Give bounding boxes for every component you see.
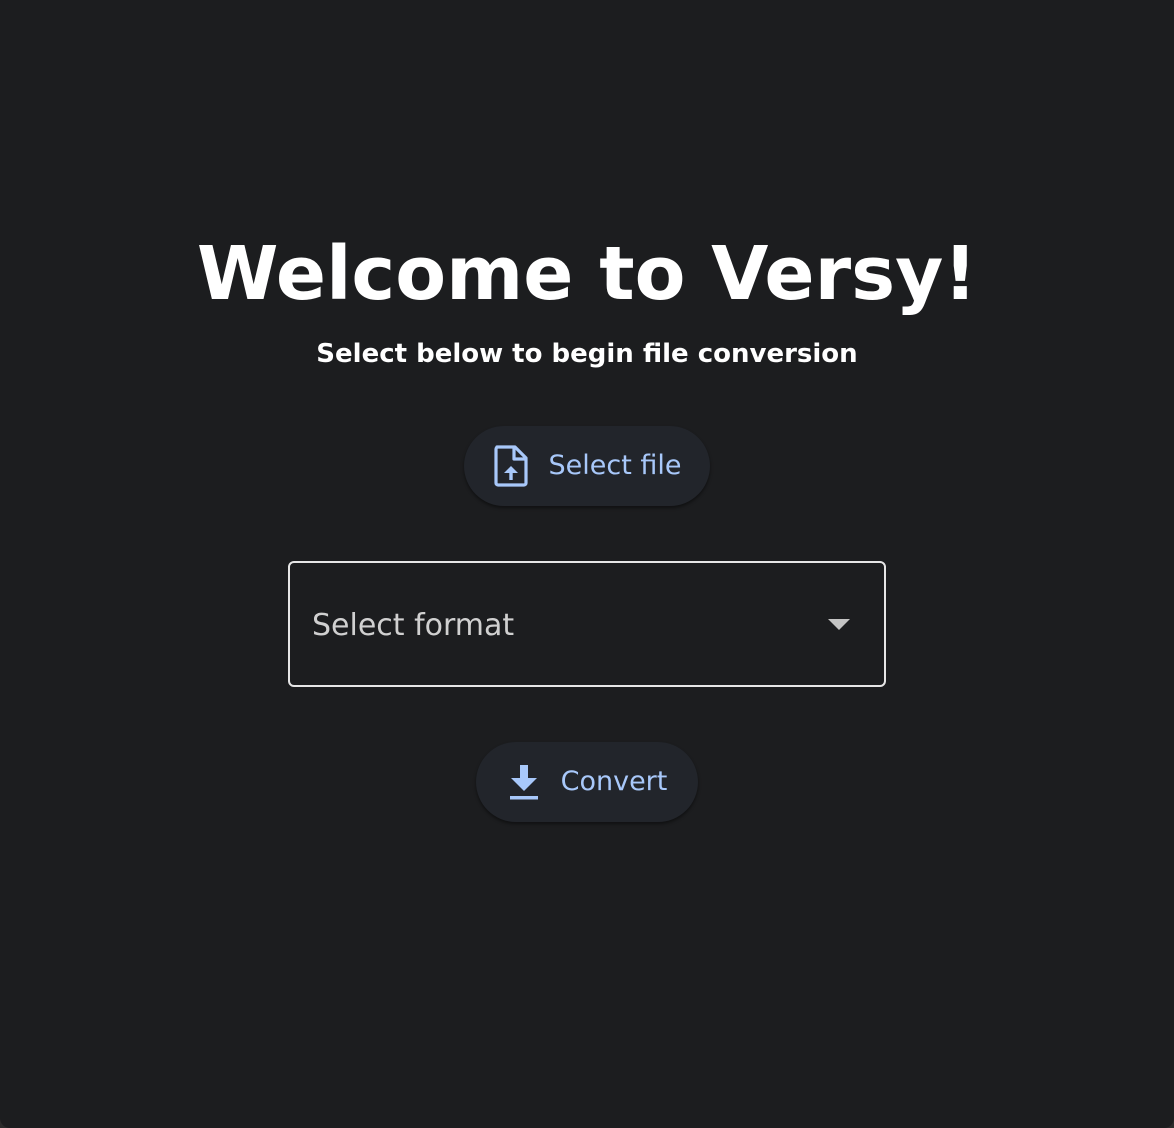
app-window: Welcome to Versy! Select below to begin … (0, 0, 1174, 1128)
convert-button[interactable]: Convert (476, 742, 698, 822)
format-select-placeholder: Select format (312, 608, 515, 643)
page-subtitle: Select below to begin file conversion (316, 339, 858, 369)
download-icon (507, 762, 541, 802)
format-select[interactable]: Select format (288, 561, 886, 687)
caret-down-icon (828, 619, 850, 630)
select-file-label: Select file (548, 450, 682, 481)
file-upload-icon (493, 444, 529, 488)
convert-label: Convert (560, 766, 668, 797)
select-file-button[interactable]: Select file (464, 426, 710, 506)
page-title: Welcome to Versy! (196, 231, 978, 317)
